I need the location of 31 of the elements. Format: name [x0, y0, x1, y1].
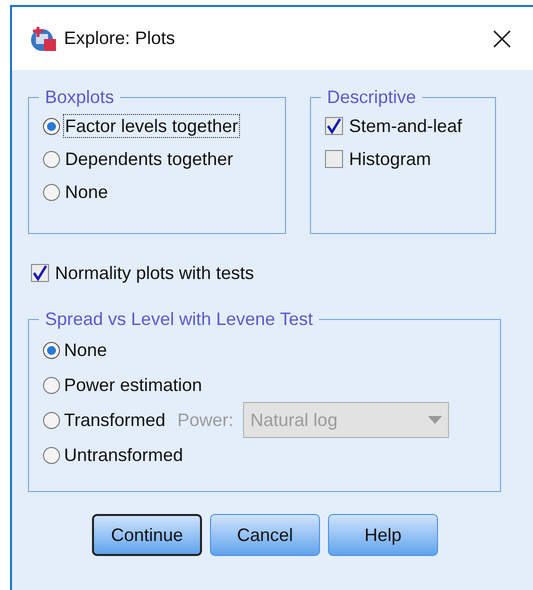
radio-button[interactable] [43, 150, 60, 168]
checkbox[interactable] [325, 117, 343, 135]
radio-button[interactable] [43, 446, 60, 464]
radio-button[interactable] [43, 376, 60, 394]
close-icon[interactable] [493, 30, 511, 48]
radio-button[interactable] [43, 184, 60, 200]
option-label[interactable]: None [64, 181, 110, 203]
option-label[interactable]: Transformed [64, 409, 166, 431]
dialog-button[interactable]: Continue [92, 514, 202, 556]
option-label[interactable]: Histogram [349, 148, 432, 170]
app-icon [30, 24, 58, 52]
caret-icon [428, 416, 442, 424]
group-title: Descriptive [326, 86, 418, 109]
option-label[interactable]: Stem-and-leaf [349, 115, 462, 137]
checkbox[interactable] [325, 150, 343, 168]
radio-button[interactable] [43, 412, 60, 428]
dialog-button[interactable]: Cancel [210, 514, 320, 556]
window-title: Explore: Plots [64, 27, 176, 50]
radio-button[interactable] [43, 118, 60, 134]
option-label[interactable]: None [64, 339, 108, 361]
option-label[interactable]: Power estimation [64, 374, 202, 396]
option-label[interactable]: Dependents together [64, 148, 234, 170]
checkbox[interactable] [31, 264, 49, 282]
radio-button[interactable] [43, 342, 60, 358]
power-label: Power: [177, 408, 234, 432]
option-label[interactable]: Untransformed [64, 444, 184, 466]
group-title: Boxplots [44, 86, 116, 109]
dialog-button[interactable]: Help [328, 514, 438, 556]
option-label[interactable]: Normality plots with tests [55, 262, 254, 284]
group-title: Spread vs Level with Levene Test [44, 308, 314, 331]
option-label[interactable]: Factor levels together [64, 115, 240, 137]
